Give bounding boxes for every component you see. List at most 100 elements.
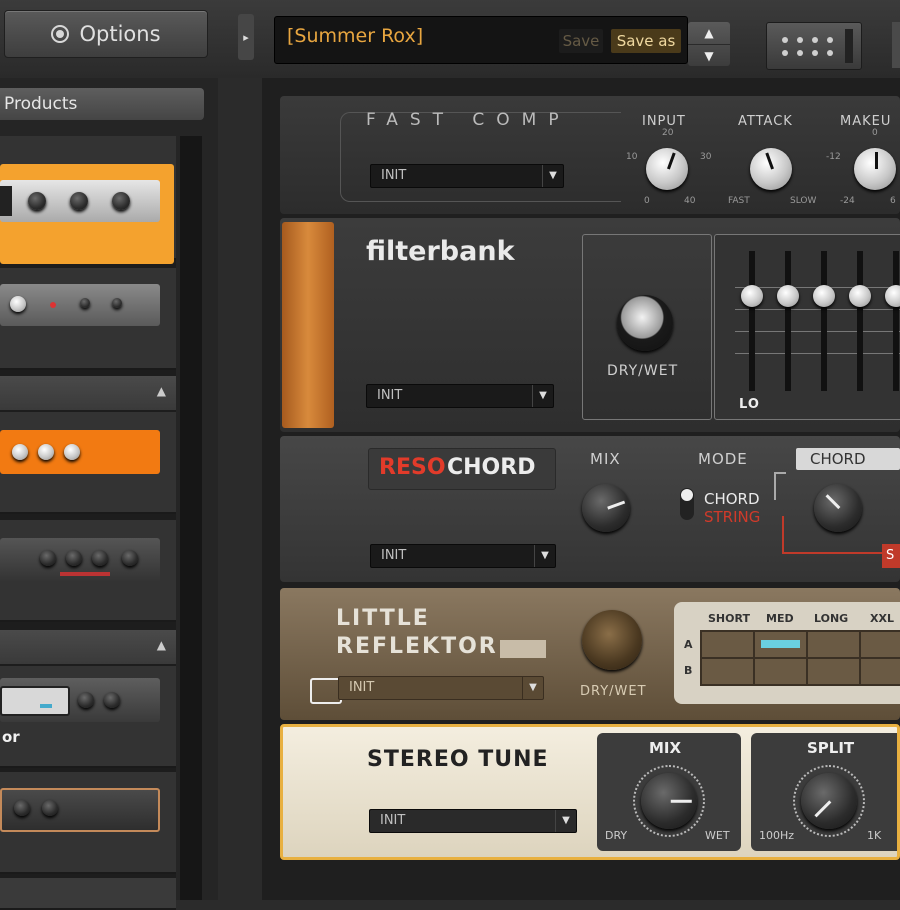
stereo-tune-preset-dropdown[interactable]: INIT ▼ — [369, 809, 577, 833]
list-item[interactable] — [0, 136, 176, 264]
reverb-grid — [700, 630, 900, 686]
resochord-title-white: CHORD — [447, 455, 536, 480]
makeup-label: MAKEU — [840, 114, 892, 129]
fast-comp-preset-dropdown[interactable]: INIT ▼ — [370, 164, 564, 188]
grid-cell-b-short[interactable] — [702, 659, 753, 684]
eq-slider-5[interactable] — [885, 285, 900, 307]
options-button[interactable]: Options — [4, 10, 208, 58]
grid-col-long: LONG — [814, 612, 849, 625]
input-scale-right: 30 — [700, 152, 712, 162]
filterbank-title: filterbank — [366, 236, 515, 267]
chord-tab[interactable]: CHORD — [796, 448, 900, 470]
grid-cell-b-long[interactable] — [808, 659, 859, 684]
mix-wet-label: WET — [705, 829, 730, 842]
dropdown-arrow-icon: ▼ — [522, 677, 543, 699]
section-header[interactable]: ▲ — [0, 630, 176, 664]
preset-down-icon[interactable]: ▼ — [688, 44, 730, 67]
stereo-tune-module: STEREO TUNE INIT ▼ MIX DRY WET SPLIT 100… — [280, 724, 900, 860]
preset-nav-arrows: ▲ ▼ — [688, 22, 730, 66]
grid-cell-a-short[interactable] — [702, 632, 753, 657]
attack-scale-right: SLOW — [790, 196, 817, 206]
thumbnail-silver-amp — [0, 284, 160, 326]
list-item[interactable]: or — [0, 666, 176, 768]
resochord-mix-knob[interactable] — [582, 484, 630, 532]
fast-comp-preset-value: INIT — [381, 168, 407, 183]
stereo-tune-mix-label: MIX — [649, 739, 682, 757]
collapse-arrow-icon[interactable]: ▲ — [157, 384, 166, 398]
reflektor-drywet-knob[interactable] — [582, 610, 642, 670]
collapse-browser-handle[interactable]: ▸ — [238, 14, 254, 60]
stereo-tune-split-knob[interactable] — [801, 773, 857, 829]
filterbank-preset-value: INIT — [377, 388, 403, 403]
resochord-preset-value: INIT — [381, 548, 407, 563]
grid-dots-icon — [777, 33, 837, 59]
list-item[interactable] — [0, 878, 176, 910]
section-header[interactable]: ▲ — [0, 376, 176, 410]
resochord-mode-label: MODE — [698, 450, 748, 468]
attack-knob[interactable] — [750, 148, 792, 190]
stereo-tune-mix-knob[interactable] — [641, 773, 697, 829]
rack-view-button[interactable] — [766, 22, 862, 70]
filterbank-drywet-label: DRY/WET — [607, 363, 679, 379]
grid-cell-a-xxl[interactable] — [861, 632, 900, 657]
thumbnail-orange-pedal — [0, 430, 160, 474]
resochord-chord-knob[interactable] — [814, 484, 862, 532]
makeup-knob[interactable] — [854, 148, 896, 190]
split-100hz-label: 100Hz — [759, 829, 795, 842]
input-label: INPUT — [642, 114, 686, 129]
filterbank-preset-dropdown[interactable]: INIT ▼ — [366, 384, 554, 408]
eq-slider-track — [749, 251, 755, 391]
stereo-tune-title: STEREO TUNE — [367, 747, 549, 772]
preset-display: [Summer Rox] Save Save as — [274, 16, 688, 64]
collapse-arrow-icon[interactable]: ▲ — [157, 638, 166, 652]
mode-string-option[interactable]: STRING — [704, 508, 760, 526]
eq-slider-4[interactable] — [849, 285, 871, 307]
stereo-tune-split-label: SPLIT — [807, 739, 855, 757]
thumbnail-dark-preamp — [0, 538, 160, 582]
rack-view-slider — [845, 29, 853, 63]
stereo-tune-split-panel: SPLIT 100Hz 1K — [751, 733, 897, 851]
stereo-tune-preset-value: INIT — [380, 813, 406, 828]
list-item[interactable] — [0, 772, 176, 874]
attack-label: ATTACK — [738, 114, 793, 129]
resochord-title-red: RESO — [379, 455, 446, 480]
reflektor-drywet-label: DRY/WET — [580, 684, 647, 699]
thumbnail-copper-unit — [0, 788, 160, 832]
resochord-s-button[interactable]: S — [882, 544, 900, 568]
list-item[interactable] — [0, 520, 176, 622]
grid-col-xxl: XXL — [870, 612, 894, 625]
right-edge-button[interactable] — [892, 22, 900, 68]
eq-slider-2[interactable] — [777, 285, 799, 307]
mode-chord-option[interactable]: CHORD — [704, 490, 760, 508]
makeup-scale-bottom-right: 6 — [890, 196, 896, 206]
drywet-panel: DRY/WET — [582, 234, 712, 420]
effects-rack: FAST COMP INIT ▼ INPUT 20 10 30 0 40 ATT… — [262, 78, 900, 900]
save-button[interactable]: Save — [559, 29, 603, 53]
browser-scrollbar[interactable] — [180, 136, 202, 900]
eq-slider-1[interactable] — [741, 285, 763, 307]
wood-panel — [282, 222, 334, 428]
input-scale-bottom-right: 40 — [684, 196, 696, 206]
eq-slider-panel: LO — [714, 234, 900, 420]
products-tab[interactable]: Products — [0, 88, 204, 120]
grid-cell-a-long[interactable] — [808, 632, 859, 657]
fast-comp-module: FAST COMP INIT ▼ INPUT 20 10 30 0 40 ATT… — [280, 96, 900, 214]
list-item[interactable] — [0, 268, 176, 370]
filterbank-drywet-knob[interactable] — [617, 295, 673, 351]
reflektor-preset-dropdown[interactable]: INIT ▼ — [338, 676, 544, 700]
grid-cell-a-med[interactable] — [755, 632, 806, 657]
list-item[interactable] — [0, 412, 176, 514]
preset-name: [Summer Rox] — [287, 25, 424, 47]
browser-list: ▲ ▲ or — [0, 136, 176, 910]
grid-cell-b-med[interactable] — [755, 659, 806, 684]
resochord-module: RESO CHORD INIT ▼ MIX MODE CHORD STRING … — [280, 436, 900, 582]
resochord-preset-dropdown[interactable]: INIT ▼ — [370, 544, 556, 568]
grid-cell-b-xxl[interactable] — [861, 659, 900, 684]
save-as-button[interactable]: Save as — [611, 29, 681, 53]
fast-comp-title: FAST COMP — [366, 110, 571, 130]
resochord-title: RESO CHORD — [368, 448, 556, 490]
preset-up-icon[interactable]: ▲ — [688, 22, 730, 44]
mode-toggle[interactable] — [680, 488, 694, 520]
input-knob[interactable] — [646, 148, 688, 190]
eq-slider-3[interactable] — [813, 285, 835, 307]
